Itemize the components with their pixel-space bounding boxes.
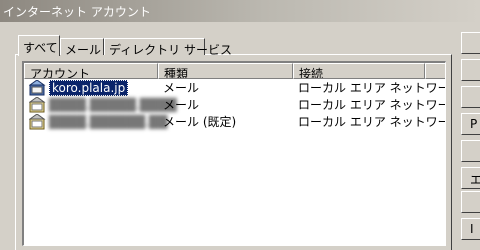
account-connection: ローカル エリア ネットワー... — [298, 98, 446, 112]
order-button[interactable] — [461, 191, 480, 213]
export-button-label: エ — [470, 173, 480, 187]
list-item[interactable]: ████.██████.██ メール (既定) ローカル エリア ネットワー..… — [24, 114, 445, 131]
account-connection: ローカル エリア ネットワー... — [298, 81, 446, 95]
import-button[interactable] — [461, 140, 480, 162]
account-name-obscured: ████.█████.████ — [49, 98, 177, 112]
close-button-label: I — [470, 222, 474, 236]
window-title: インターネット アカウント — [3, 5, 151, 19]
remove-button[interactable] — [461, 59, 480, 81]
mail-account-icon — [29, 114, 46, 130]
column-header-connection[interactable]: 接続 — [293, 63, 425, 79]
column-type-label: 種類 — [164, 67, 189, 79]
list-item[interactable]: koro.plala.jp メール ローカル エリア ネットワー... — [24, 80, 445, 97]
mail-account-icon — [29, 97, 46, 113]
account-type: メール — [163, 81, 200, 95]
export-button[interactable]: エ — [461, 167, 480, 189]
title-bar[interactable]: インターネット アカウント — [0, 0, 480, 22]
tab-all[interactable]: すべて — [18, 35, 60, 56]
column-header-type[interactable]: 種類 — [158, 63, 293, 79]
column-header-filler — [425, 63, 445, 79]
account-name-obscured: ████.██████.██ — [49, 115, 168, 129]
set-default-button-label: P — [470, 117, 478, 131]
account-type: メール — [163, 98, 200, 112]
set-default-button[interactable]: P — [461, 113, 480, 135]
list-item[interactable]: ████.█████.████ メール ローカル エリア ネットワー... — [24, 97, 445, 114]
close-button[interactable]: I — [461, 218, 480, 240]
account-type: メール (既定) — [163, 115, 237, 129]
add-button[interactable] — [461, 32, 480, 54]
tab-directory-label: ディレクトリ サービス — [109, 43, 232, 57]
list-header: アカウント 種類 接続 — [24, 63, 445, 79]
tab-directory-service[interactable]: ディレクトリ サービス — [104, 38, 232, 57]
tab-mail[interactable]: メール — [60, 38, 104, 57]
column-connection-label: 接続 — [299, 67, 324, 79]
column-account-label: アカウント — [30, 67, 91, 79]
mail-account-icon — [29, 80, 46, 96]
account-connection: ローカル エリア ネットワー... — [298, 115, 446, 129]
tab-all-label: すべて — [23, 41, 58, 55]
column-header-account[interactable]: アカウント — [24, 63, 158, 79]
account-name: koro.plala.jp — [49, 80, 129, 96]
tab-mail-label: メール — [65, 43, 102, 57]
account-list[interactable]: アカウント 種類 接続 koro.plala.jp メール ローカル エリア ネ… — [22, 61, 446, 246]
properties-button[interactable] — [461, 86, 480, 108]
